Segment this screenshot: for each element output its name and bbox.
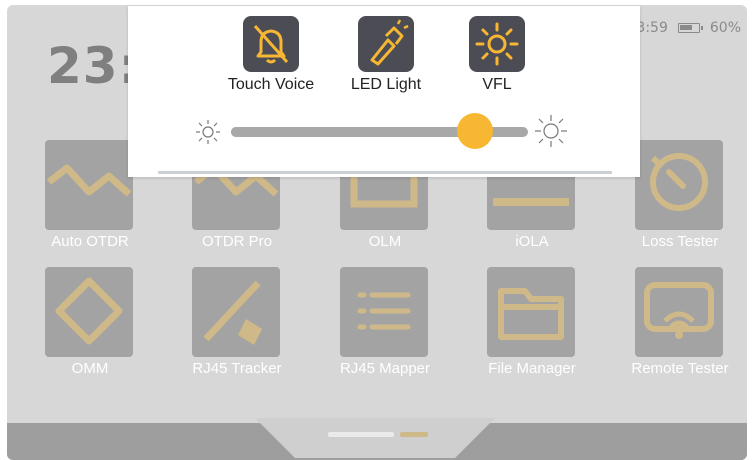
app-label: File Manager [488,360,576,377]
rj45-mapper-list-icon [340,267,428,357]
dock-notch [255,418,495,458]
brightness-slider[interactable] [231,113,528,149]
app-file-manager[interactable]: File Manager [449,267,594,382]
app-label: RJ45 Mapper [339,360,431,377]
app-rj45-mapper[interactable]: RJ45 Mapper [302,267,447,382]
touch-voice-toggle[interactable]: Touch Voice [216,16,326,94]
battery-icon [677,23,703,33]
clock: 23: [47,37,140,95]
app-label: Auto OTDR [51,233,129,250]
bell-off-icon [243,16,299,72]
app-label: OTDR Pro [201,233,272,250]
vfl-toggle[interactable]: VFL [442,16,552,94]
folder-icon [487,267,575,357]
page-indicator-2[interactable] [400,432,428,437]
app-label: Loss Tester [641,233,719,250]
loss-tester-dial-icon [635,140,723,230]
app-omm[interactable]: OMM [7,267,152,382]
brightness-thumb[interactable] [456,113,493,149]
toggle-label: VFL [482,76,512,93]
panel-divider [158,171,612,174]
toggle-label: Touch Voice [227,76,315,93]
device-frame: 23: 23:59 60% Auto OTDR OTDR Pro OLM iOL… [0,0,752,460]
brightness-fill [231,127,475,137]
remote-wifi-icon [635,267,723,357]
led-light-toggle[interactable]: LED Light [331,16,441,94]
sun-low-icon [196,120,220,144]
vfl-sun-icon [469,16,525,72]
status-bar: 23:59 60% [628,20,741,36]
app-label: OLM [368,233,402,250]
page-indicator-1[interactable] [328,432,394,437]
sun-high-icon [535,115,567,147]
app-label: OMM [71,360,109,377]
toggle-label: LED Light [350,76,422,93]
app-label: iOLA [515,233,549,250]
otdr-trace-icon [45,140,133,230]
app-label: Remote Tester [631,360,729,377]
quick-settings-panel: Touch Voice LED Light VFL [128,6,640,177]
app-label: RJ45 Tracker [192,360,282,377]
flashlight-icon [358,16,414,72]
omm-diamond-icon [45,267,133,357]
battery-percent: 60% [709,20,741,36]
app-rj45-tracker[interactable]: RJ45 Tracker [154,267,299,382]
rj45-tracker-icon [192,267,280,357]
app-remote-tester[interactable]: Remote Tester [597,267,742,382]
